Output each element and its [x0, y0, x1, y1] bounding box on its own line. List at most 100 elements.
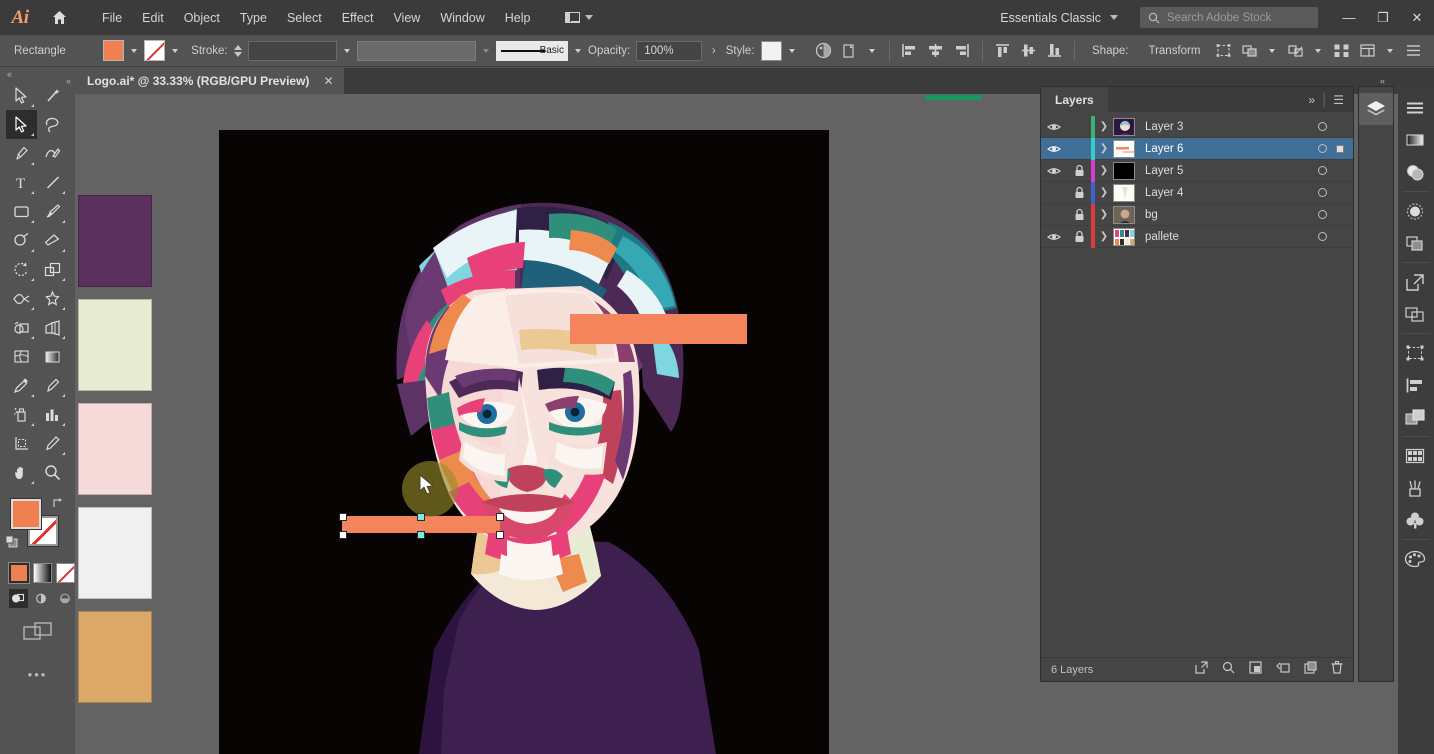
draw-inside-icon[interactable] [56, 589, 75, 608]
search-icon[interactable] [1222, 661, 1235, 679]
swatch-pink[interactable] [78, 403, 152, 495]
expand-layer-icon[interactable]: ❯ [1095, 165, 1113, 176]
line-segment-tool[interactable] [37, 168, 68, 197]
expand-layer-icon[interactable]: ❯ [1095, 209, 1113, 220]
close-button[interactable]: ✕ [1400, 0, 1434, 35]
stroke-weight-field[interactable] [247, 40, 338, 61]
table-row[interactable]: ❯ pallete [1041, 225, 1353, 248]
swatches-icon[interactable] [1398, 440, 1432, 472]
menu-item-edit[interactable]: Edit [132, 7, 174, 29]
export-icon[interactable] [1398, 266, 1432, 298]
draw-behind-icon[interactable] [33, 589, 52, 608]
none-button[interactable] [55, 563, 75, 583]
graphic-style-swatch[interactable] [760, 40, 783, 61]
align-right-icon[interactable] [949, 39, 975, 63]
minimize-button[interactable]: — [1332, 0, 1366, 35]
lock-toggle-icon[interactable] [1067, 208, 1091, 221]
chevron-down-icon[interactable] [869, 48, 876, 53]
shape-label[interactable]: Shape: [1092, 45, 1128, 57]
eraser-tool[interactable] [37, 226, 68, 255]
blend-tool[interactable] [37, 371, 68, 400]
menu-item-help[interactable]: Help [495, 7, 541, 29]
direct-selection-tool[interactable] [6, 110, 37, 139]
visibility-toggle-icon[interactable] [1041, 166, 1067, 176]
opacity-field[interactable]: 100% [636, 40, 702, 61]
selection-tool[interactable] [6, 81, 37, 110]
layer-name[interactable]: Layer 4 [1145, 187, 1183, 199]
gradient-tool[interactable] [37, 342, 68, 371]
screen-mode-button[interactable] [0, 621, 75, 643]
rectangle-tool[interactable] [6, 197, 37, 226]
opacity-options-arrow[interactable]: › [712, 45, 716, 57]
document-setup-icon[interactable] [836, 39, 862, 63]
free-transform-tool[interactable] [37, 284, 68, 313]
visibility-toggle-icon[interactable] [1041, 144, 1067, 154]
artboards-icon[interactable] [1398, 298, 1432, 330]
gradient-button[interactable] [32, 563, 52, 583]
mesh-tool[interactable] [6, 342, 37, 371]
orange-accent-bar[interactable] [570, 314, 747, 344]
collapse-dock-button[interactable]: « [1380, 76, 1385, 86]
anchor-point-top-right[interactable] [496, 513, 504, 521]
default-fill-stroke-icon[interactable] [5, 535, 20, 555]
recolor-artwork-icon[interactable] [810, 39, 836, 63]
visibility-toggle-icon[interactable] [1041, 122, 1067, 132]
menu-item-effect[interactable]: Effect [332, 7, 384, 29]
create-new-sublayer-icon[interactable] [1276, 661, 1290, 679]
chevron-down-icon[interactable] [131, 48, 138, 53]
draw-normal-icon[interactable] [9, 589, 28, 608]
edit-toolbar-button[interactable]: ••• [0, 667, 75, 682]
layer-name[interactable]: Layer 3 [1145, 121, 1183, 133]
appearance-icon[interactable] [1398, 156, 1432, 188]
expand-panel-icon[interactable]: » [1308, 93, 1315, 107]
menu-item-select[interactable]: Select [277, 7, 332, 29]
toolbar-fill-swatch[interactable] [10, 498, 42, 530]
menu-item-view[interactable]: View [383, 7, 430, 29]
lock-toggle-icon[interactable] [1067, 230, 1091, 243]
layer-name[interactable]: Layer 5 [1145, 165, 1183, 177]
table-row[interactable]: ❯ Layer 5 [1041, 159, 1353, 182]
make-clipping-mask-icon[interactable] [1249, 660, 1262, 679]
curvature-tool[interactable] [37, 139, 68, 168]
create-new-layer-icon[interactable] [1304, 660, 1317, 679]
artboard[interactable] [219, 130, 829, 754]
slice-tool[interactable] [37, 429, 68, 458]
layer-name[interactable]: pallete [1145, 231, 1179, 243]
gradient-icon[interactable] [1398, 124, 1432, 156]
chevron-down-icon[interactable] [1387, 48, 1393, 53]
layer-name[interactable]: bg [1145, 209, 1158, 221]
chevron-down-icon[interactable] [575, 48, 582, 53]
document-tab[interactable]: Logo.ai* @ 33.33% (RGB/GPU Preview) ✕ [75, 68, 344, 94]
menu-item-object[interactable]: Object [174, 7, 230, 29]
visibility-toggle-icon[interactable] [1041, 232, 1067, 242]
flip-objects-icon[interactable] [1282, 39, 1308, 63]
pen-tool[interactable] [6, 139, 37, 168]
align-panel-icon[interactable] [1398, 369, 1432, 401]
anchor-point-top-left[interactable] [339, 513, 347, 521]
properties-icon[interactable] [1398, 92, 1432, 124]
anchor-point-top-center[interactable] [417, 513, 425, 521]
expand-layer-icon[interactable]: ❯ [1095, 187, 1113, 198]
layer-name[interactable]: Layer 6 [1145, 143, 1183, 155]
lock-toggle-icon[interactable] [1067, 186, 1091, 199]
keyboard-increments-icon[interactable] [1328, 39, 1354, 63]
chevron-down-icon[interactable] [172, 48, 179, 53]
target-indicator[interactable] [1318, 232, 1327, 241]
arrange-objects-icon[interactable] [1236, 39, 1262, 63]
anchor-point-bottom-left[interactable] [339, 531, 347, 539]
home-icon[interactable] [40, 0, 78, 35]
perspective-grid-tool[interactable] [37, 313, 68, 342]
table-row[interactable]: ❯ Layer 3 [1041, 115, 1353, 138]
tab-layers[interactable]: Layers [1041, 87, 1108, 112]
rotate-tool[interactable] [6, 255, 37, 284]
isolate-selected-icon[interactable] [1210, 39, 1236, 63]
control-bar-menu-icon[interactable] [1400, 39, 1426, 63]
toolbar-collapse-button[interactable]: « [0, 67, 75, 81]
table-row[interactable]: ❯ bg [1041, 203, 1353, 226]
menu-item-window[interactable]: Window [430, 7, 494, 29]
anchor-point-bottom-right[interactable] [496, 531, 504, 539]
swatch-cream[interactable] [78, 299, 152, 391]
workspace-switcher[interactable]: Essentials Classic [990, 7, 1128, 29]
magic-wand-tool[interactable] [37, 81, 68, 110]
paintbrush-tool[interactable] [37, 197, 68, 226]
